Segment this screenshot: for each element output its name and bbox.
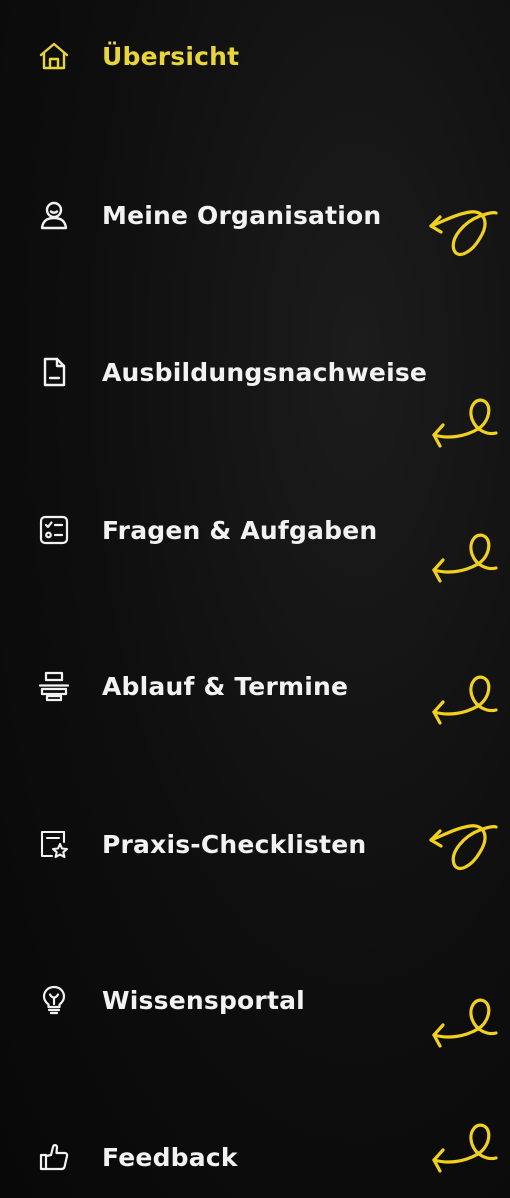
scribble-arrow-decoration: [428, 1118, 498, 1188]
nav-item-feedback[interactable]: Feedback: [36, 1135, 238, 1179]
thumbs-up-icon: [36, 1139, 72, 1175]
scribble-arrow-decoration: [428, 528, 498, 598]
nav-item-ablauf-termine[interactable]: Ablauf & Termine: [36, 664, 348, 708]
nav-item-meine-organisation[interactable]: Meine Organisation: [36, 193, 381, 237]
nav-item-ausbildungsnachweise[interactable]: Ausbildungsnachweise: [36, 350, 427, 394]
lightbulb-icon: [36, 982, 72, 1018]
scribble-arrow-decoration: [428, 993, 498, 1063]
nav-item-label: Übersicht: [102, 41, 240, 71]
nav-item-wissensportal[interactable]: Wissensportal: [36, 978, 305, 1022]
nav-item-label: Meine Organisation: [102, 200, 382, 230]
scribble-arrow-decoration: [428, 393, 498, 463]
home-icon: [36, 38, 72, 74]
timeline-icon: [36, 668, 72, 704]
nav-item-uebersicht[interactable]: Übersicht: [36, 34, 239, 78]
navigation-panel: Übersicht Meine Organisation Ausbildungs…: [0, 0, 510, 1198]
checklist-icon: [36, 512, 72, 548]
star-list-icon: [36, 826, 72, 862]
nav-item-label: Fragen & Aufgaben: [102, 515, 378, 545]
nav-item-fragen-aufgaben[interactable]: Fragen & Aufgaben: [36, 508, 377, 552]
scribble-arrow-decoration: [428, 812, 498, 882]
nav-item-label: Feedback: [102, 1142, 238, 1172]
nav-item-praxis-checklisten[interactable]: Praxis-Checklisten: [36, 822, 366, 866]
nav-item-label: Ausbildungsnachweise: [102, 357, 428, 387]
user-icon: [36, 197, 72, 233]
nav-item-label: Ablauf & Termine: [102, 671, 349, 701]
nav-item-label: Praxis-Checklisten: [102, 829, 367, 859]
nav-item-label: Wissensportal: [102, 985, 305, 1015]
document-icon: [36, 354, 72, 390]
scribble-arrow-decoration: [428, 198, 498, 268]
scribble-arrow-decoration: [428, 670, 498, 740]
